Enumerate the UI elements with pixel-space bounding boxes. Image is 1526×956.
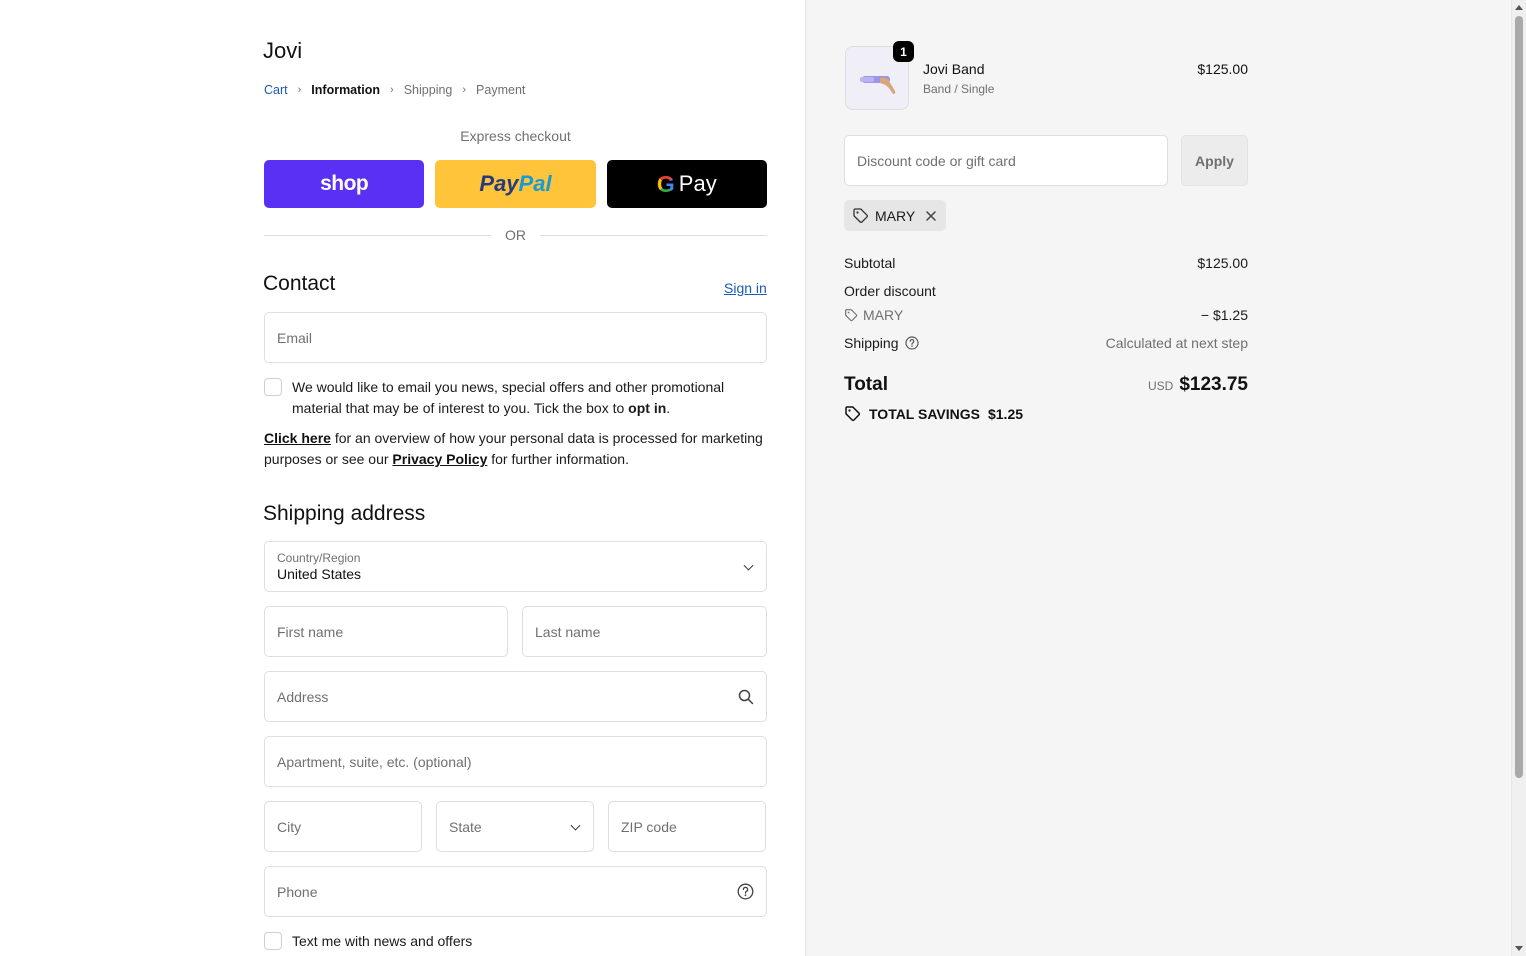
zip-field[interactable]: ZIP code bbox=[608, 801, 766, 852]
scrollbar-thumb[interactable] bbox=[1515, 16, 1523, 778]
product-price: $125.00 bbox=[1197, 61, 1248, 77]
search-icon bbox=[738, 689, 754, 704]
country-value: United States bbox=[277, 565, 362, 582]
google-pay-label: Pay bbox=[678, 171, 717, 196]
divider-line bbox=[540, 234, 767, 236]
product-name: Jovi Band bbox=[923, 61, 985, 77]
discount-code-input[interactable]: Discount code or gift card bbox=[844, 135, 1168, 186]
chevron-down-icon bbox=[743, 560, 754, 571]
store-name[interactable]: Jovi bbox=[263, 38, 302, 64]
shipping-value: Calculated at next step bbox=[1105, 335, 1248, 351]
apartment-field[interactable]: Apartment, suite, etc. (optional) bbox=[264, 736, 767, 787]
email-optin-checkbox[interactable] bbox=[264, 378, 282, 396]
chevron-right-icon: › bbox=[462, 84, 467, 96]
click-here-link[interactable]: Click here bbox=[264, 430, 331, 446]
address-field[interactable]: Address bbox=[264, 671, 767, 722]
city-placeholder: City bbox=[277, 818, 302, 835]
email-placeholder: Email bbox=[277, 329, 313, 346]
chevron-right-icon: › bbox=[297, 84, 302, 96]
country-label: Country/Region bbox=[277, 550, 361, 565]
first-name-field[interactable]: First name bbox=[264, 606, 508, 657]
zip-placeholder: ZIP code bbox=[621, 818, 677, 835]
apartment-placeholder: Apartment, suite, etc. (optional) bbox=[277, 753, 472, 770]
shop-pay-button[interactable]: shop bbox=[264, 160, 425, 208]
tag-icon bbox=[845, 406, 861, 422]
applied-code-label: MARY bbox=[875, 207, 916, 224]
google-g-icon: G bbox=[656, 170, 675, 197]
google-pay-button[interactable]: G Pay bbox=[606, 160, 767, 208]
discount-placeholder: Discount code or gift card bbox=[857, 152, 1016, 169]
discount-value: − $1.25 bbox=[1200, 307, 1248, 323]
express-checkout-label: Express checkout bbox=[460, 128, 571, 144]
order-discount-label: Order discount bbox=[844, 283, 936, 299]
shipping-label: Shipping bbox=[844, 335, 899, 351]
shipping-row: Shipping bbox=[844, 335, 919, 351]
product-variant: Band / Single bbox=[923, 82, 995, 96]
last-name-field[interactable]: Last name bbox=[522, 606, 767, 657]
applied-discount-chip: MARY bbox=[844, 200, 946, 231]
chevron-right-icon: › bbox=[390, 84, 394, 96]
help-icon[interactable] bbox=[737, 883, 754, 900]
email-optin-text: We would like to email you news, special… bbox=[292, 377, 762, 419]
scroll-up-arrow-icon[interactable] bbox=[1515, 5, 1523, 10]
breadcrumb-payment: Payment bbox=[476, 83, 526, 97]
tag-icon bbox=[845, 309, 858, 322]
paypal-button[interactable]: Pay Pal bbox=[435, 160, 596, 208]
contact-title: Contact bbox=[263, 272, 336, 295]
sign-in-link[interactable]: Sign in bbox=[724, 280, 767, 296]
subtotal-label: Subtotal bbox=[844, 255, 896, 271]
first-name-placeholder: First name bbox=[277, 623, 344, 640]
phone-field[interactable]: Phone bbox=[264, 866, 767, 917]
apply-button[interactable]: Apply bbox=[1181, 135, 1248, 186]
privacy-policy-link[interactable]: Privacy Policy bbox=[392, 451, 487, 467]
page-scrollbar[interactable] bbox=[1511, 0, 1526, 956]
shop-pay-logo: shop bbox=[320, 172, 369, 195]
or-divider: OR bbox=[264, 227, 767, 243]
tag-icon bbox=[853, 208, 868, 223]
breadcrumb-cart[interactable]: Cart bbox=[264, 83, 288, 97]
address-placeholder: Address bbox=[277, 688, 329, 705]
breadcrumb: Cart › Information › Shipping › Payment bbox=[264, 83, 525, 97]
privacy-notice: Click here for an overview of how your p… bbox=[264, 428, 767, 470]
total-label: Total bbox=[844, 374, 888, 395]
phone-placeholder: Phone bbox=[277, 883, 318, 900]
currency-code: USD bbox=[1147, 379, 1174, 393]
quantity-badge: 1 bbox=[893, 41, 914, 62]
paypal-logo-part1: Pay bbox=[479, 171, 519, 196]
country-select[interactable]: Country/Region United States bbox=[264, 541, 767, 592]
or-label: OR bbox=[505, 227, 526, 243]
email-optin-bold: opt in bbox=[628, 400, 667, 416]
help-icon[interactable] bbox=[904, 336, 919, 350]
city-field[interactable]: City bbox=[264, 801, 422, 852]
checkout-main: Jovi Cart › Information › Shipping › Pay… bbox=[0, 0, 805, 956]
total-value: USD $123.75 bbox=[988, 374, 1248, 396]
state-placeholder: State bbox=[449, 818, 482, 835]
state-select[interactable]: State bbox=[436, 801, 594, 852]
total-amount: $123.75 bbox=[1179, 374, 1248, 395]
discount-code-row: MARY bbox=[844, 307, 903, 323]
text-optin-checkbox[interactable] bbox=[264, 932, 282, 950]
close-icon[interactable] bbox=[925, 210, 937, 222]
text-optin-label: Text me with news and offers bbox=[292, 933, 473, 949]
express-checkout-buttons: shop Pay Pal G Pay bbox=[264, 160, 767, 208]
savings-label: TOTAL SAVINGS bbox=[869, 405, 980, 422]
breadcrumb-shipping: Shipping bbox=[403, 83, 453, 97]
divider-line bbox=[264, 234, 491, 236]
shipping-address-title: Shipping address bbox=[263, 502, 426, 525]
email-optin-end: . bbox=[666, 400, 671, 416]
total-savings: TOTAL SAVINGS $1.25 bbox=[844, 405, 1023, 422]
privacy-notice-end: for further information. bbox=[487, 451, 629, 467]
scroll-down-arrow-icon[interactable] bbox=[1515, 946, 1523, 951]
discount-code-name: MARY bbox=[863, 307, 904, 323]
paypal-logo-part2: Pal bbox=[518, 171, 552, 196]
email-field[interactable]: Email bbox=[264, 312, 767, 363]
subtotal-value: $125.00 bbox=[1197, 255, 1248, 271]
breadcrumb-information: Information bbox=[311, 83, 381, 97]
last-name-placeholder: Last name bbox=[535, 623, 601, 640]
savings-value: $1.25 bbox=[987, 405, 1024, 422]
